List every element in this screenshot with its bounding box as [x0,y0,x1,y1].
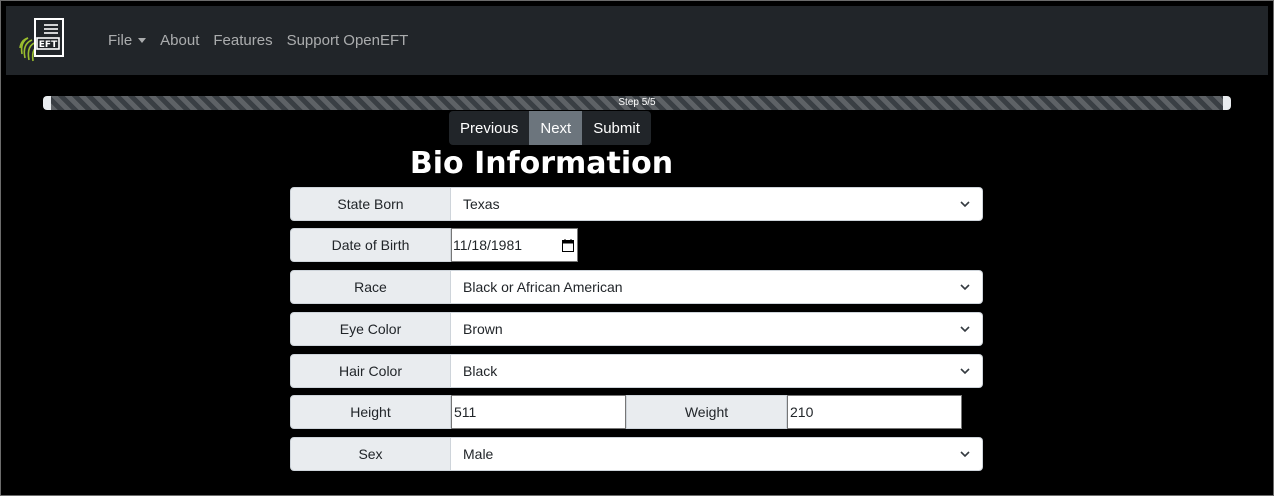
nav-about[interactable]: About [160,32,199,49]
caret-down-icon [138,38,147,43]
nav-features[interactable]: Features [213,32,272,49]
state-born-label: State Born [290,187,451,221]
nav-file-label: File [108,32,133,49]
state-born-row: State Born Texas [290,187,983,221]
step-progress: Step 5/5 [43,96,1231,110]
hair-color-select[interactable]: Black [451,354,983,388]
eye-color-value: Brown [463,321,503,337]
weight-input[interactable]: 210 [787,395,962,429]
step-button-group: Previous Next Submit [449,111,651,145]
eye-color-select[interactable]: Brown [451,312,983,346]
height-input[interactable]: 511 [451,395,626,429]
race-select[interactable]: Black or African American [451,270,983,304]
hair-color-label: Hair Color [290,354,451,388]
eye-color-row: Eye Color Brown [290,312,983,346]
hair-color-row: Hair Color Black [290,354,983,388]
submit-button[interactable]: Submit [582,111,651,145]
race-value: Black or African American [463,279,623,295]
sex-value: Male [463,446,494,462]
eye-color-label: Eye Color [290,312,451,346]
sex-select[interactable]: Male [451,437,983,471]
date-of-birth-value: 11/18/1981 [453,237,523,253]
nav-support[interactable]: Support OpenEFT [287,32,409,49]
race-row: Race Black or African American [290,270,983,304]
height-weight-row: Height 511 Weight 210 [290,395,962,429]
navbar: EFT File About Features Support OpenEFT [6,6,1268,75]
hair-color-value: Black [463,363,498,379]
progress-label: Step 5/5 [618,97,656,108]
chevron-down-icon [960,451,970,458]
logo-text: EFT [39,40,58,50]
height-label: Height [290,395,451,429]
previous-button[interactable]: Previous [449,111,530,145]
sex-row: Sex Male [290,437,983,471]
state-born-value: Texas [463,196,500,212]
eft-logo-icon[interactable]: EFT [18,16,66,64]
calendar-icon[interactable] [562,239,574,252]
chevron-down-icon [960,201,970,208]
state-born-select[interactable]: Texas [451,187,983,221]
race-label: Race [290,270,451,304]
next-button[interactable]: Next [529,111,583,145]
nav-file-dropdown[interactable]: File [108,32,147,49]
date-of-birth-input[interactable]: 11/18/1981 [451,228,578,262]
page-title: Bio Information [409,146,674,181]
progress-bar-fill: Step 5/5 [51,96,1223,110]
weight-label: Weight [626,395,787,429]
date-of-birth-label: Date of Birth [290,228,451,262]
nav-menu: File About Features Support OpenEFT [108,6,422,75]
chevron-down-icon [960,284,970,291]
chevron-down-icon [960,368,970,375]
chevron-down-icon [960,326,970,333]
sex-label: Sex [290,437,451,471]
date-of-birth-row: Date of Birth 11/18/1981 [290,228,578,262]
